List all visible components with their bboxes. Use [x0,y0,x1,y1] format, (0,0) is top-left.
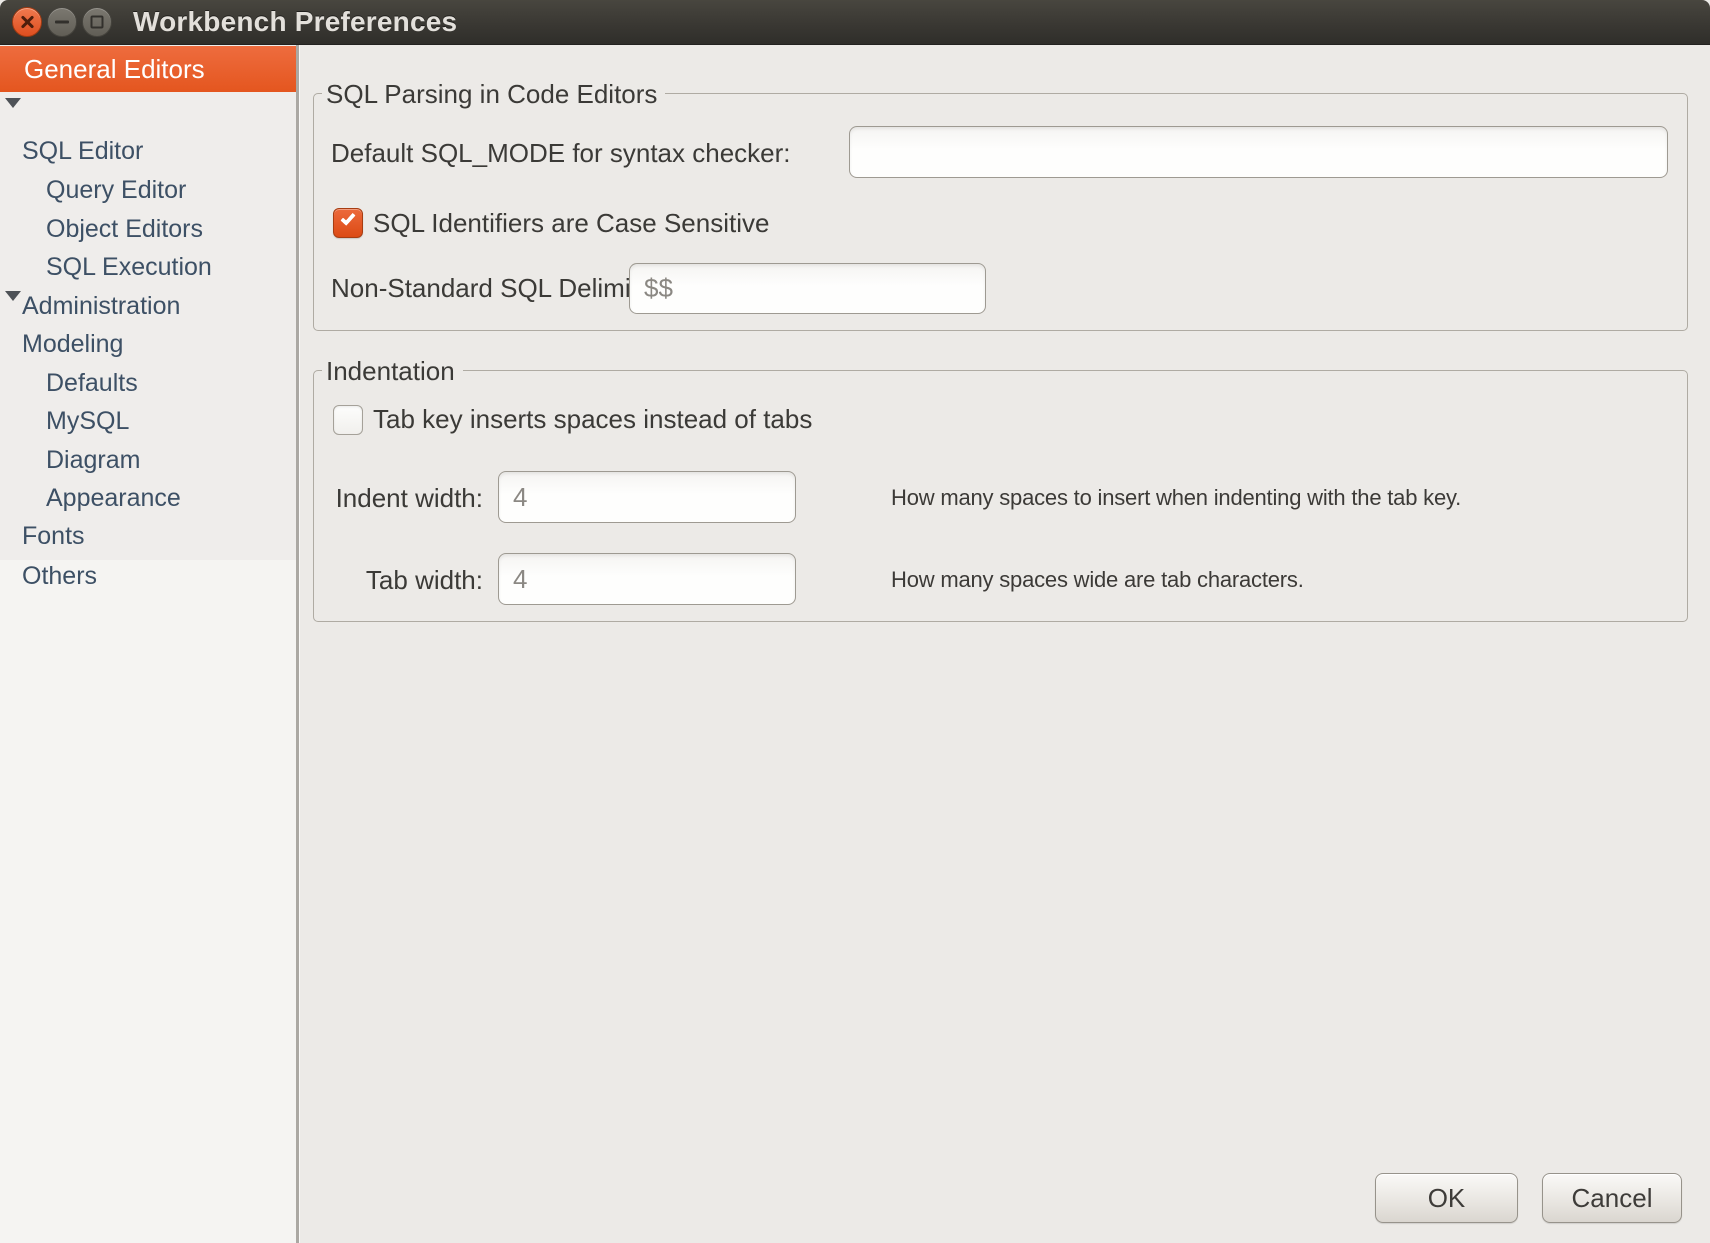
tab-spaces-label: Tab key inserts spaces instead of tabs [373,403,812,435]
sidebar-item-defaults[interactable]: Defaults [46,364,138,402]
sql-parsing-group: SQL Parsing in Code Editors Default SQL_… [313,93,1688,331]
checkmark-icon [340,210,355,226]
case-sensitive-label: SQL Identifiers are Case Sensitive [373,207,769,239]
tab-width-input[interactable] [498,553,796,605]
delimiter-input[interactable] [629,263,986,314]
group-legend: SQL Parsing in Code Editors [322,77,665,111]
maximize-icon [91,16,104,29]
sidebar-item-diagram[interactable]: Diagram [46,441,140,479]
tab-spaces-checkbox[interactable] [333,405,363,435]
ok-button[interactable]: OK [1375,1173,1518,1223]
title-bar: Workbench Preferences [0,0,1710,45]
minimize-icon [55,21,69,24]
indent-width-label: Indent width: [314,482,483,514]
indent-width-input[interactable] [498,471,796,523]
sidebar-item-object-editors[interactable]: Object Editors [46,210,203,248]
close-button[interactable] [12,7,42,37]
group-legend: Indentation [322,354,463,388]
sidebar-item-sql-execution[interactable]: SQL Execution [46,248,212,286]
maximize-button[interactable] [82,7,112,37]
sidebar-item-modeling[interactable]: Modeling [22,325,123,363]
tab-width-help: How many spaces wide are tab characters. [891,567,1304,593]
sidebar-item-sql-editor[interactable]: SQL Editor [22,132,143,170]
sidebar-item-fonts[interactable]: Fonts [22,517,85,555]
indent-width-help: How many spaces to insert when indenting… [891,485,1461,511]
sidebar-item-others[interactable]: Others [22,556,97,596]
expander-icon[interactable] [5,98,21,108]
indentation-group: Indentation Tab key inserts spaces inste… [313,370,1688,622]
expander-icon[interactable] [5,291,21,301]
window-title: Workbench Preferences [133,6,457,38]
close-icon [19,14,35,30]
sidebar-item-mysql[interactable]: MySQL [46,402,129,440]
sidebar-tree: General Editors SQL Editor Query Editor … [0,45,297,560]
sidebar-item-administration[interactable]: Administration [22,287,180,325]
preferences-dialog: Workbench Preferences General Editors SQ… [0,0,1710,1243]
tab-width-label: Tab width: [314,564,483,596]
sql-mode-label: Default SQL_MODE for syntax checker: [331,137,791,169]
sidebar-item-appearance[interactable]: Appearance [46,479,181,517]
delimiter-label: Non-Standard SQL Delimiter: [331,272,668,304]
sidebar-item-general-editors[interactable]: General Editors [0,46,297,92]
sidebar-item-query-editor[interactable]: Query Editor [46,171,186,209]
sidebar-item-label: General Editors [24,46,205,92]
case-sensitive-checkbox[interactable] [333,208,363,238]
preferences-sidebar: General Editors SQL Editor Query Editor … [0,45,300,1243]
sql-mode-input[interactable] [849,126,1668,178]
minimize-button[interactable] [47,7,77,37]
cancel-button[interactable]: Cancel [1542,1173,1682,1223]
